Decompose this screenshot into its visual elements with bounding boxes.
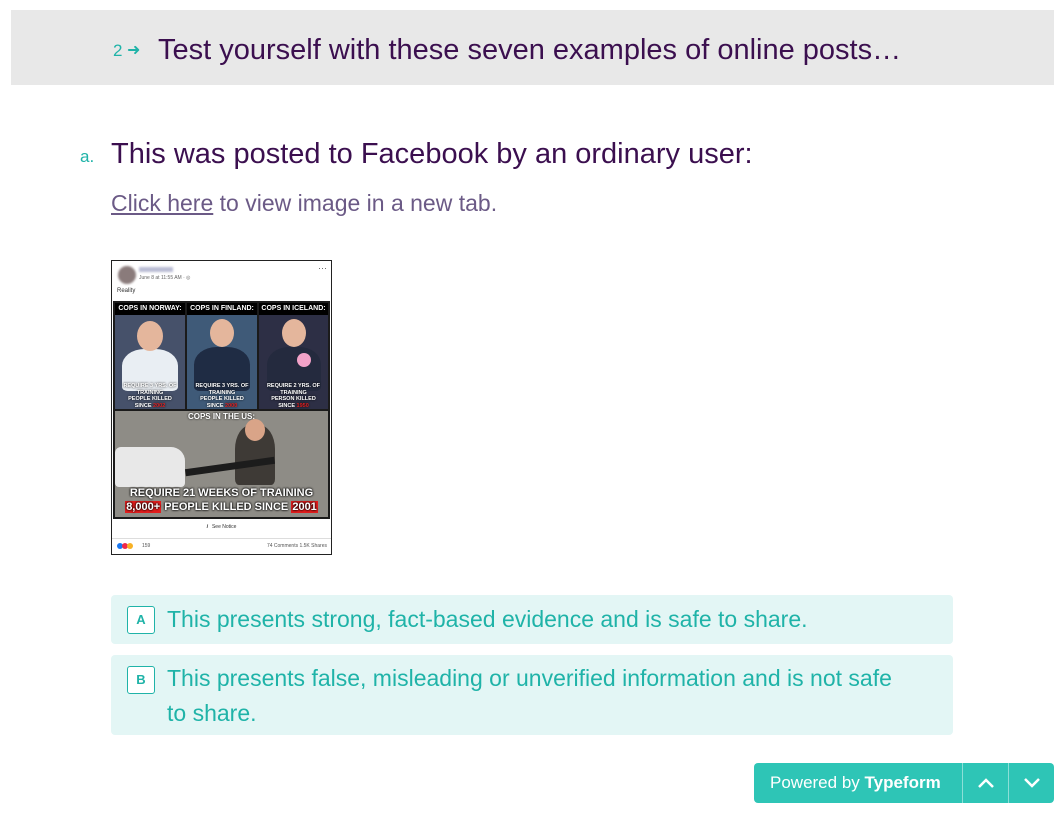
panel-title: COPS IN FINLAND: — [187, 303, 257, 315]
panel-caption-since: SINCE — [134, 402, 154, 409]
question-letter: a. — [80, 147, 95, 166]
panel-caption-line1: REQUIRE 2 YRS. OF TRAINING — [266, 383, 321, 396]
powered-prefix: Powered by — [770, 773, 865, 792]
globe-icon: ◎ — [186, 275, 191, 281]
reaction-count: 159 — [142, 543, 151, 549]
powered-by-typeform-link[interactable]: Powered by Typeform — [770, 763, 941, 803]
us-count: 8,000+ — [125, 501, 162, 513]
panel-us: COPS IN THE US: REQUIRE 21 WEEKS OF TRAI… — [115, 411, 328, 517]
panel-title: COPS IN ICELAND: — [259, 303, 328, 315]
panel-caption-year: 2000 — [225, 402, 238, 409]
police-car — [115, 447, 185, 487]
post-header: June 8 at 11:55 AM · ◎ ··· Reality — [112, 261, 331, 301]
panel-title: COPS IN NORWAY: — [115, 303, 185, 315]
section-title: Test yourself with these seven examples … — [158, 34, 902, 66]
see-notice-text: See Notice — [211, 524, 237, 530]
officer-face — [210, 319, 234, 347]
link-suffix-text: to view image in a new tab. — [213, 190, 498, 216]
panel-caption-since: SINCE — [206, 402, 226, 409]
brand-name: Typeform — [864, 773, 941, 792]
us-caption-line1: REQUIRE 21 WEEKS OF TRAINING — [129, 487, 314, 499]
officer-face — [137, 321, 163, 351]
panel-caption-line3: SINCE 2000 — [187, 403, 257, 410]
choice-label: This presents false, misleading or unver… — [167, 665, 892, 726]
panel-caption: REQUIRE 3 YRS. OF TRAINING PEOPLE KILLED… — [187, 383, 257, 409]
panel-caption: REQUIRE 2 YRS. OF TRAINING PERSON KILLED… — [259, 383, 328, 409]
see-notice: i See Notice — [112, 520, 331, 534]
question-title: This was posted to Facebook by an ordina… — [111, 138, 753, 170]
previous-question-button[interactable] — [964, 763, 1008, 803]
choice-b[interactable]: B This presents false, misleading or unv… — [111, 655, 953, 735]
meme-image: COPS IN NORWAY: REQUIRE 3 YRS. OF TRAINI… — [113, 301, 330, 519]
post-caption: Reality — [117, 288, 136, 294]
choice-key: A — [127, 606, 155, 634]
powered-by-bar: Powered by Typeform — [754, 763, 1054, 803]
post-time-text: June 8 at 11:55 AM · — [139, 275, 187, 281]
panel-finland: COPS IN FINLAND: REQUIRE 3 YRS. OF TRAIN… — [187, 303, 257, 409]
choice-label: This presents strong, fact-based evidenc… — [167, 606, 808, 632]
panel-caption-line1: REQUIRE 3 YRS. OF TRAINING — [123, 383, 177, 396]
officer-face — [281, 319, 306, 347]
more-options-icon: ··· — [318, 263, 327, 273]
avatar — [118, 266, 136, 284]
us-year: 2001 — [291, 501, 318, 513]
chevron-up-icon — [978, 778, 994, 788]
choice-key: B — [127, 666, 155, 694]
post-stats: 74 Comments 1.5K Shares — [266, 543, 327, 549]
panel-caption-line3: SINCE 1950 — [259, 403, 328, 410]
blurred-user-name — [139, 267, 173, 272]
panel-caption-line3: SINCE 2002 — [115, 403, 185, 410]
us-caption-line2: 8,000+ PEOPLE KILLED SINCE 2001 — [115, 501, 328, 513]
officer-face — [245, 419, 265, 441]
divider — [1008, 763, 1009, 803]
arrow-right-icon: ➜ — [127, 42, 141, 59]
reaction-icons — [117, 543, 133, 549]
panel-caption-year: 1950 — [296, 402, 309, 409]
panel-iceland: COPS IN ICELAND: REQUIRE 2 YRS. OF TRAIN… — [259, 303, 328, 409]
panel-caption: REQUIRE 3 YRS. OF TRAINING PEOPLE KILLED… — [115, 383, 185, 409]
post-time: June 8 at 11:55 AM · ◎ — [139, 275, 191, 281]
post-footer: 159 74 Comments 1.5K Shares — [112, 538, 331, 552]
question-description: Click here to view image in a new tab. — [111, 190, 497, 217]
panel-norway: COPS IN NORWAY: REQUIRE 3 YRS. OF TRAINI… — [115, 303, 185, 409]
next-question-button[interactable] — [1010, 763, 1054, 803]
panel-caption-year: 2002 — [153, 402, 166, 409]
divider — [962, 763, 963, 803]
question-number: 2 — [113, 41, 123, 60]
cotton-candy — [297, 353, 311, 367]
angry-icon — [127, 543, 133, 549]
us-caption-text: PEOPLE KILLED SINCE — [161, 501, 292, 513]
panel-caption-line1: REQUIRE 3 YRS. OF TRAINING — [195, 383, 249, 396]
info-icon: i — [206, 524, 208, 530]
choice-a[interactable]: A This presents strong, fact-based evide… — [111, 595, 953, 644]
chevron-down-icon — [1024, 778, 1040, 788]
panel-caption-since: SINCE — [278, 402, 297, 409]
click-here-link[interactable]: Click here — [111, 190, 213, 216]
panel-title: COPS IN THE US: — [187, 412, 256, 421]
facebook-post-image[interactable]: June 8 at 11:55 AM · ◎ ··· Reality COPS … — [111, 260, 332, 555]
